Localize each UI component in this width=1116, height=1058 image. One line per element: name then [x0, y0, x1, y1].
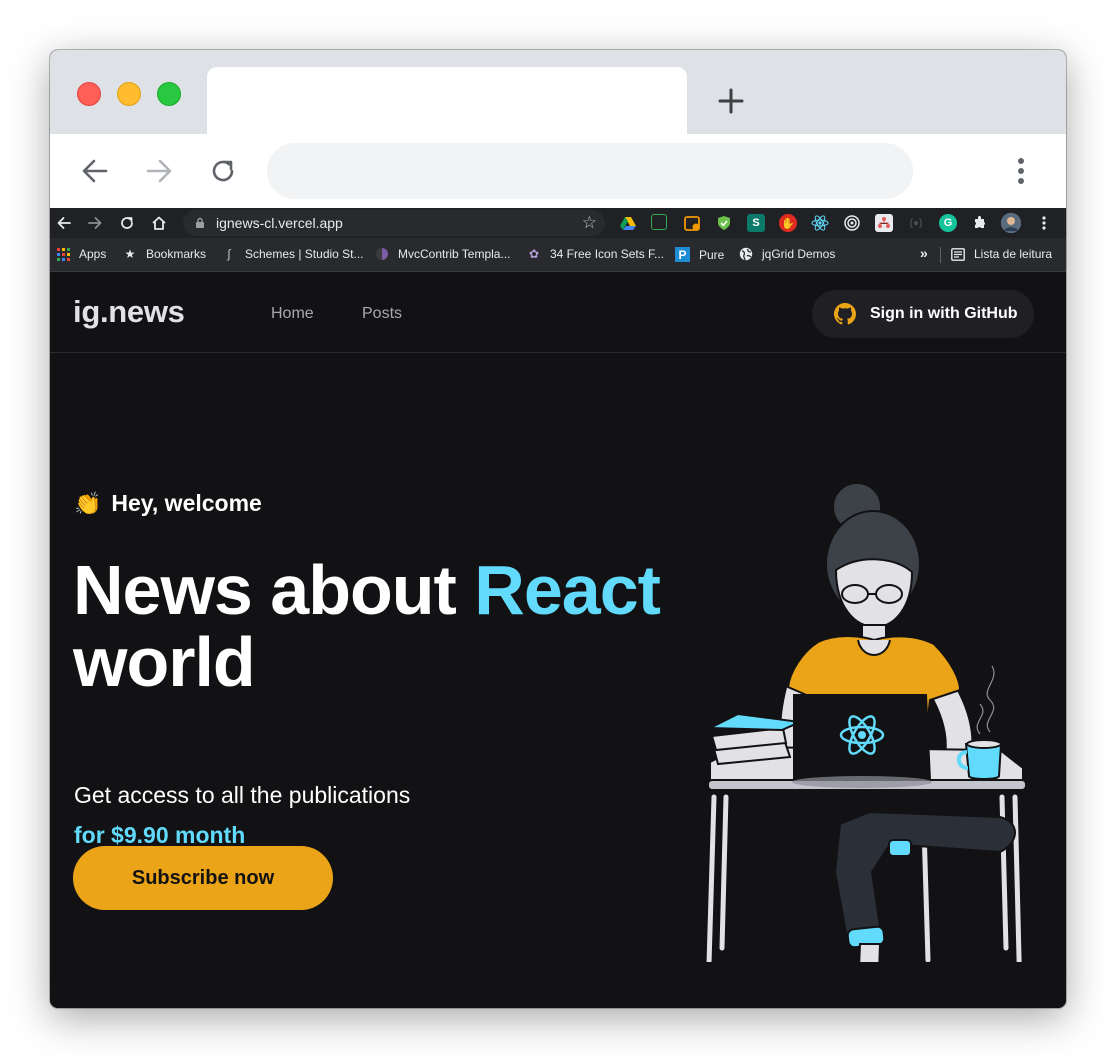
bookmark-apps[interactable]: Apps — [56, 247, 106, 261]
welcome-label: Hey, welcome — [111, 490, 262, 516]
hero-headline: News about React world — [73, 554, 713, 698]
maximize-window-button[interactable] — [157, 82, 181, 106]
arrow-right-icon — [88, 217, 102, 229]
puzzle-extensions-icon[interactable] — [971, 214, 989, 232]
active-tab[interactable] — [207, 67, 687, 134]
sign-in-label: Sign in with GitHub — [870, 305, 1018, 322]
pure-p-icon: P — [675, 247, 690, 262]
nav-home-link[interactable]: Home — [271, 305, 314, 323]
site-logo[interactable]: ig.news — [73, 294, 185, 330]
headline-accent: React — [474, 551, 661, 629]
vertical-dots-icon — [1042, 216, 1046, 230]
sign-in-github-button[interactable]: Sign in with GitHub — [812, 290, 1034, 338]
bookmarks-divider — [940, 247, 941, 263]
nav-posts-link[interactable]: Posts — [362, 305, 402, 323]
mvccontrib-icon — [375, 247, 389, 261]
target-extension-icon[interactable] — [843, 214, 861, 232]
url-text: ignews-cl.vercel.app — [216, 215, 343, 231]
woman-coding-illustration — [706, 482, 1027, 962]
bookmark-label: MvcContrib Templa... — [398, 247, 511, 261]
bookmark-mvccontrib[interactable]: MvcContrib Templa... — [375, 247, 510, 261]
inner-toolbar: ignews-cl.vercel.app ☆ S ✋ (●) G — [50, 208, 1066, 238]
close-window-button[interactable] — [77, 82, 101, 106]
hero-price: for $9.90 month — [74, 822, 246, 848]
minimize-window-button[interactable] — [117, 82, 141, 106]
screenshot-extension-icon[interactable] — [651, 214, 667, 230]
bookmark-label: jqGrid Demos — [762, 247, 836, 261]
inner-back-button[interactable] — [54, 213, 74, 233]
outer-menu-button[interactable] — [1003, 153, 1039, 189]
vertical-dots-icon — [1018, 158, 1024, 184]
bookmark-label: 34 Free Icon Sets F... — [550, 247, 665, 261]
outer-toolbar — [50, 134, 1066, 208]
home-button[interactable] — [149, 213, 169, 233]
overflow-label: » — [920, 245, 928, 261]
arrow-left-icon — [82, 159, 108, 183]
arrow-left-icon — [57, 217, 71, 229]
bookmark-label: Apps — [79, 247, 107, 261]
reload-button[interactable] — [205, 153, 241, 189]
reading-list-label: Lista de leitura — [974, 247, 1053, 261]
subscribe-button[interactable]: Subscribe now — [73, 846, 333, 910]
star-icon: ★ — [124, 247, 136, 261]
bookmarks-bar: Apps ★ Bookmarks ∫ Schemes | Studio St..… — [50, 238, 1066, 272]
bookmark-schemes[interactable]: ∫ Schemes | Studio St... — [222, 247, 364, 261]
icon-sets-icon: ✿ — [528, 247, 540, 261]
bookmark-jqgrid[interactable]: jqGrid Demos — [739, 247, 835, 261]
inner-menu-button[interactable] — [1035, 214, 1053, 232]
google-drive-icon[interactable] — [619, 214, 637, 232]
headline-part2: world — [73, 623, 256, 701]
bookmark-pure[interactable]: P Pure — [675, 247, 724, 262]
plus-icon — [718, 88, 744, 114]
outer-address-bar[interactable] — [267, 143, 913, 199]
org-chart-extension-icon[interactable] — [875, 214, 893, 232]
browser-window: ignews-cl.vercel.app ☆ S ✋ (●) G Apps ★ … — [50, 50, 1066, 1008]
lock-icon — [196, 217, 204, 228]
shield-extension-icon[interactable] — [715, 214, 733, 232]
bookmark-icon-sets[interactable]: ✿ 34 Free Icon Sets F... — [527, 247, 664, 261]
site-header: ig.news Home Posts Sign in with GitHub — [50, 272, 1066, 353]
bookmark-star-icon[interactable]: ☆ — [582, 213, 597, 233]
reading-list-button[interactable]: Lista de leitura — [951, 247, 1052, 261]
grammarly-icon[interactable]: G — [939, 214, 957, 232]
arrow-right-icon — [146, 159, 172, 183]
schemes-icon: ∫ — [227, 247, 231, 261]
calendar-extension-icon[interactable] — [683, 214, 701, 232]
reading-list-icon — [951, 247, 965, 261]
headline-part1: News about — [73, 551, 475, 629]
welcome-text: 👏 Hey, welcome — [74, 490, 262, 517]
dim-extension-icon[interactable]: (●) — [907, 214, 925, 232]
bookmark-bookmarks[interactable]: ★ Bookmarks — [123, 247, 206, 261]
page-content: ig.news Home Posts Sign in with GitHub 👏… — [50, 272, 1066, 1008]
github-icon — [834, 303, 856, 325]
reload-icon — [121, 217, 133, 229]
stop-hand-icon[interactable]: ✋ — [779, 214, 797, 232]
outer-tab-bar — [50, 50, 1066, 134]
profile-avatar[interactable] — [1001, 213, 1021, 233]
s-extension-icon[interactable]: S — [747, 214, 765, 232]
reload-icon — [212, 160, 234, 182]
back-button[interactable] — [77, 153, 113, 189]
bookmark-label: Bookmarks — [146, 247, 207, 261]
apps-grid-icon — [56, 247, 70, 261]
new-tab-button[interactable] — [714, 84, 748, 118]
bookmark-label: Schemes | Studio St... — [245, 247, 364, 261]
address-bar[interactable]: ignews-cl.vercel.app ☆ — [183, 210, 605, 236]
home-icon — [152, 216, 166, 230]
bookmarks-overflow-button[interactable]: » — [920, 245, 928, 261]
bookmark-label: Pure — [699, 247, 725, 262]
clapping-hands-icon: 👏 — [74, 490, 102, 516]
forward-button[interactable] — [141, 153, 177, 189]
react-devtools-icon[interactable] — [811, 214, 829, 232]
globe-icon — [739, 247, 753, 261]
inner-forward-button[interactable] — [85, 213, 105, 233]
inner-reload-button[interactable] — [117, 213, 137, 233]
hero-subtitle: Get access to all the publications — [74, 782, 411, 808]
